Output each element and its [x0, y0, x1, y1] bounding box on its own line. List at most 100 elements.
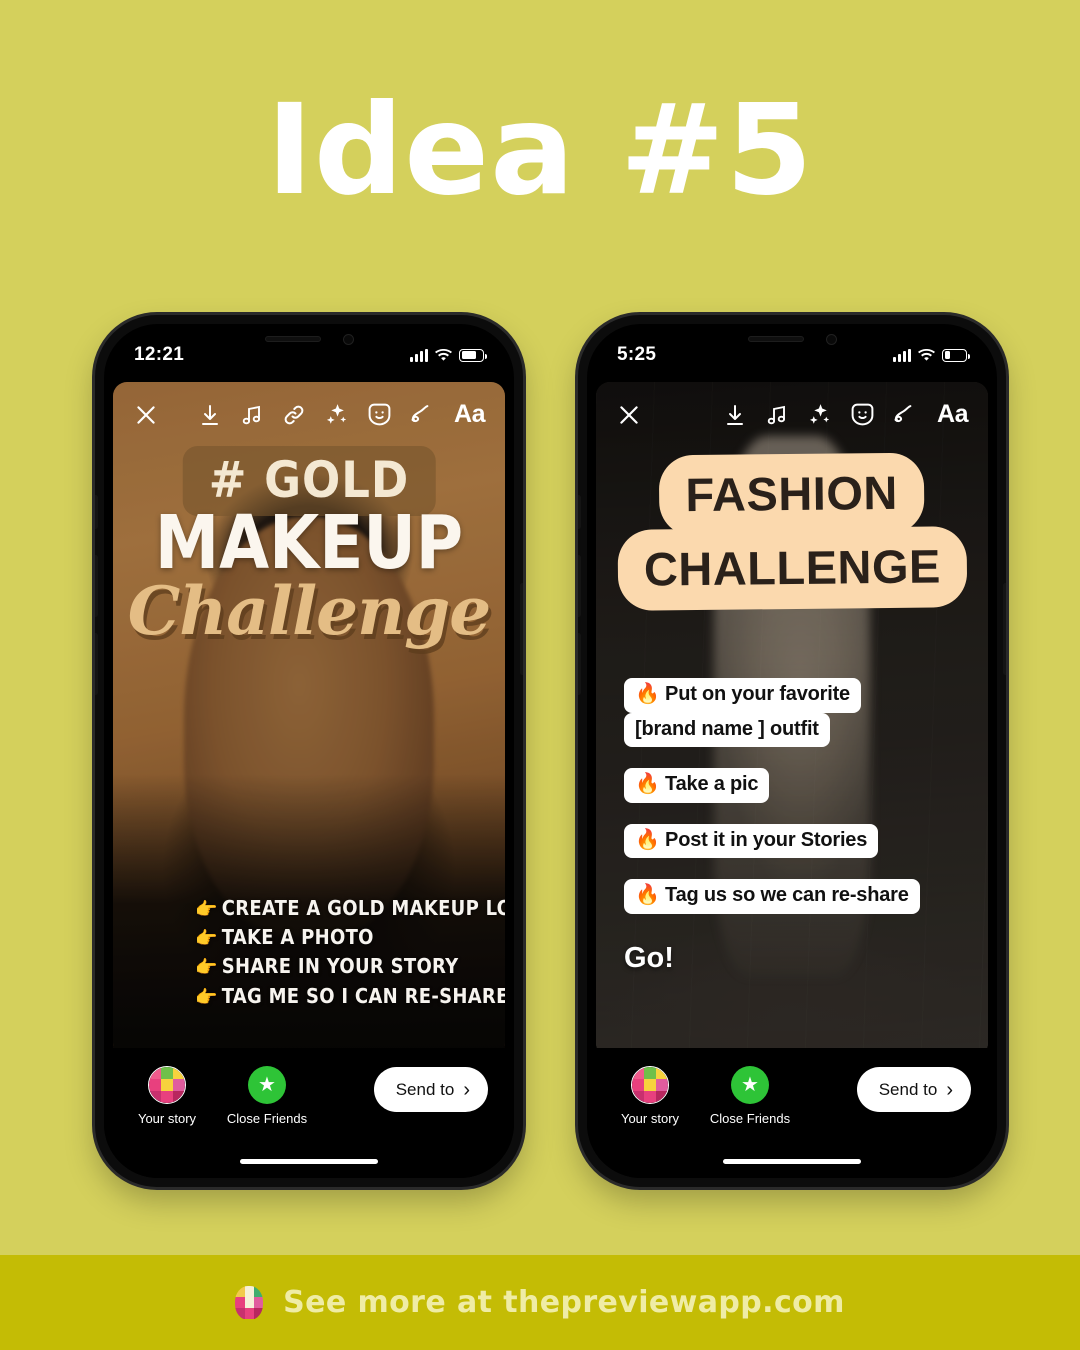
step-text: 🔥 Take a pic [624, 768, 770, 803]
text-aa-icon[interactable]: Aa [937, 400, 968, 429]
footer-text: See more at thepreviewapp.com [283, 1285, 845, 1320]
step-text: SHARE IN YOUR STORY [221, 954, 459, 979]
share-label: Close Friends [709, 1111, 791, 1126]
story-step-list: 🔥 Put on your favorite [brand name ] out… [624, 678, 954, 935]
phone-screen-left: 12:21 Aa # GOLD MAKEUP Challenge 👉 CREAT… [104, 324, 514, 1178]
page-title: Idea #5 [266, 78, 814, 223]
cellular-bars-icon [410, 348, 428, 362]
send-to-label: Send to [878, 1079, 938, 1099]
battery-icon [459, 348, 487, 362]
list-item: 🔥 Take a pic [624, 768, 954, 803]
list-item: 🔥 Put on your favorite [brand name ] out… [624, 678, 954, 748]
fashion-title-sticker: FASHION CHALLENGE [617, 452, 968, 611]
mute-switch [95, 495, 98, 529]
sticker-icon[interactable] [850, 402, 875, 427]
share-option-close-friends[interactable]: ★ Close Friends [226, 1066, 308, 1126]
power-button [1003, 583, 1006, 675]
front-camera [342, 333, 354, 345]
step-text: 🔥 Tag us so we can re-share [624, 879, 920, 914]
list-item: 🔥 Tag us so we can re-share [624, 879, 954, 914]
power-button [520, 583, 523, 675]
home-indicator [240, 1159, 378, 1164]
draw-squiggle-icon[interactable] [893, 403, 919, 427]
step-text: 🔥 Put on your favorite [624, 678, 861, 713]
story-step-list: 👉CREATE A GOLD MAKEUP LOOK 👉TAKE A PHOTO… [195, 894, 505, 1011]
share-label: Your story [137, 1111, 197, 1126]
story-headline: MAKEUP [154, 500, 464, 586]
step-text: 🔥 Post it in your Stories [624, 823, 879, 859]
close-icon[interactable] [616, 402, 642, 428]
list-item: 👉CREATE A GOLD MAKEUP LOOK [195, 894, 505, 923]
chevron-right-icon: › [946, 1078, 953, 1101]
earpiece-speaker [747, 336, 804, 342]
mute-switch [578, 495, 581, 529]
volume-up-button [95, 555, 98, 617]
step-text: CREATE A GOLD MAKEUP LOOK [221, 895, 505, 920]
front-camera [825, 333, 837, 345]
close-icon[interactable] [133, 402, 159, 428]
pointing-hand-icon: 👉 [195, 986, 218, 1008]
share-label: Your story [620, 1111, 680, 1126]
sticker-icon[interactable] [367, 402, 392, 427]
share-label: Close Friends [226, 1111, 308, 1126]
status-time: 5:25 [617, 344, 657, 365]
music-note-icon[interactable] [240, 403, 264, 427]
pointing-hand-icon: 👉 [195, 898, 218, 920]
download-icon[interactable] [723, 403, 747, 427]
step-text: [brand name ] outfit [624, 712, 830, 748]
pointing-hand-icon: 👉 [195, 957, 218, 979]
text-aa-icon[interactable]: Aa [454, 400, 485, 429]
preview-app-grid-logo [235, 1285, 264, 1320]
volume-down-button [578, 633, 581, 695]
earpiece-speaker [264, 336, 321, 342]
link-icon[interactable] [282, 403, 306, 427]
story-toolbar: Aa [113, 400, 505, 429]
send-to-label: Send to [395, 1079, 455, 1099]
step-text: TAG ME SO I CAN RE-SHARE [221, 983, 505, 1008]
phone-mockup-left: 12:21 Aa # GOLD MAKEUP Challenge 👉 CREAT… [95, 315, 523, 1187]
green-star-icon: ★ [731, 1066, 769, 1104]
sparkles-icon[interactable] [807, 402, 832, 427]
share-option-close-friends[interactable]: ★ Close Friends [709, 1066, 791, 1126]
volume-down-button [95, 633, 98, 695]
list-item: 👉 SHARE IN YOUR STORY [195, 952, 505, 981]
download-icon[interactable] [198, 403, 222, 427]
wifi-icon [918, 348, 935, 361]
send-to-button[interactable]: Send to › [856, 1067, 971, 1112]
list-item: 🔥 Post it in your Stories [624, 823, 954, 859]
draw-squiggle-icon[interactable] [410, 403, 436, 427]
sparkles-icon[interactable] [324, 402, 349, 427]
home-indicator [723, 1159, 861, 1164]
story-script-word: Challenge [127, 572, 492, 650]
notch [223, 324, 395, 355]
notch [706, 324, 878, 355]
music-note-icon[interactable] [765, 403, 789, 427]
step-text: TAKE A PHOTO [221, 925, 374, 950]
story-toolbar: Aa [596, 400, 988, 429]
share-option-your-story[interactable]: Your story [130, 1066, 204, 1126]
story-closing-text: Go! [624, 942, 674, 974]
wifi-icon [435, 348, 452, 361]
cellular-bars-icon [893, 348, 911, 362]
status-icons [410, 348, 487, 362]
green-star-icon: ★ [248, 1066, 286, 1104]
story-canvas-left: Aa # GOLD MAKEUP Challenge 👉 CREATE A GOL… [113, 382, 505, 1057]
status-icons [893, 348, 970, 362]
status-time: 12:21 [134, 344, 185, 365]
story-grid-avatar [148, 1066, 186, 1104]
status-bar: 5:25 [587, 324, 997, 382]
fashion-title-line-2: CHALLENGE [617, 526, 968, 611]
story-canvas-right: Aa FASHION CHALLENGE 🔥 Put on your favor… [596, 382, 988, 1057]
fashion-title-line-1: FASHION [658, 452, 925, 537]
pointing-hand-icon: 👉 [195, 928, 218, 950]
phone-screen-right: 5:25 Aa FASHION CHALLENGE 🔥 Put on your … [587, 324, 997, 1178]
list-item: 👉 TAG ME SO I CAN RE-SHARE [195, 982, 505, 1011]
battery-icon [942, 348, 970, 362]
story-grid-avatar [631, 1066, 669, 1104]
status-bar: 12:21 [104, 324, 514, 382]
share-option-your-story[interactable]: Your story [613, 1066, 687, 1126]
footer-banner: See more at thepreviewapp.com [0, 1255, 1080, 1350]
volume-up-button [578, 555, 581, 617]
send-to-button[interactable]: Send to › [373, 1067, 488, 1112]
chevron-right-icon: › [463, 1078, 470, 1101]
